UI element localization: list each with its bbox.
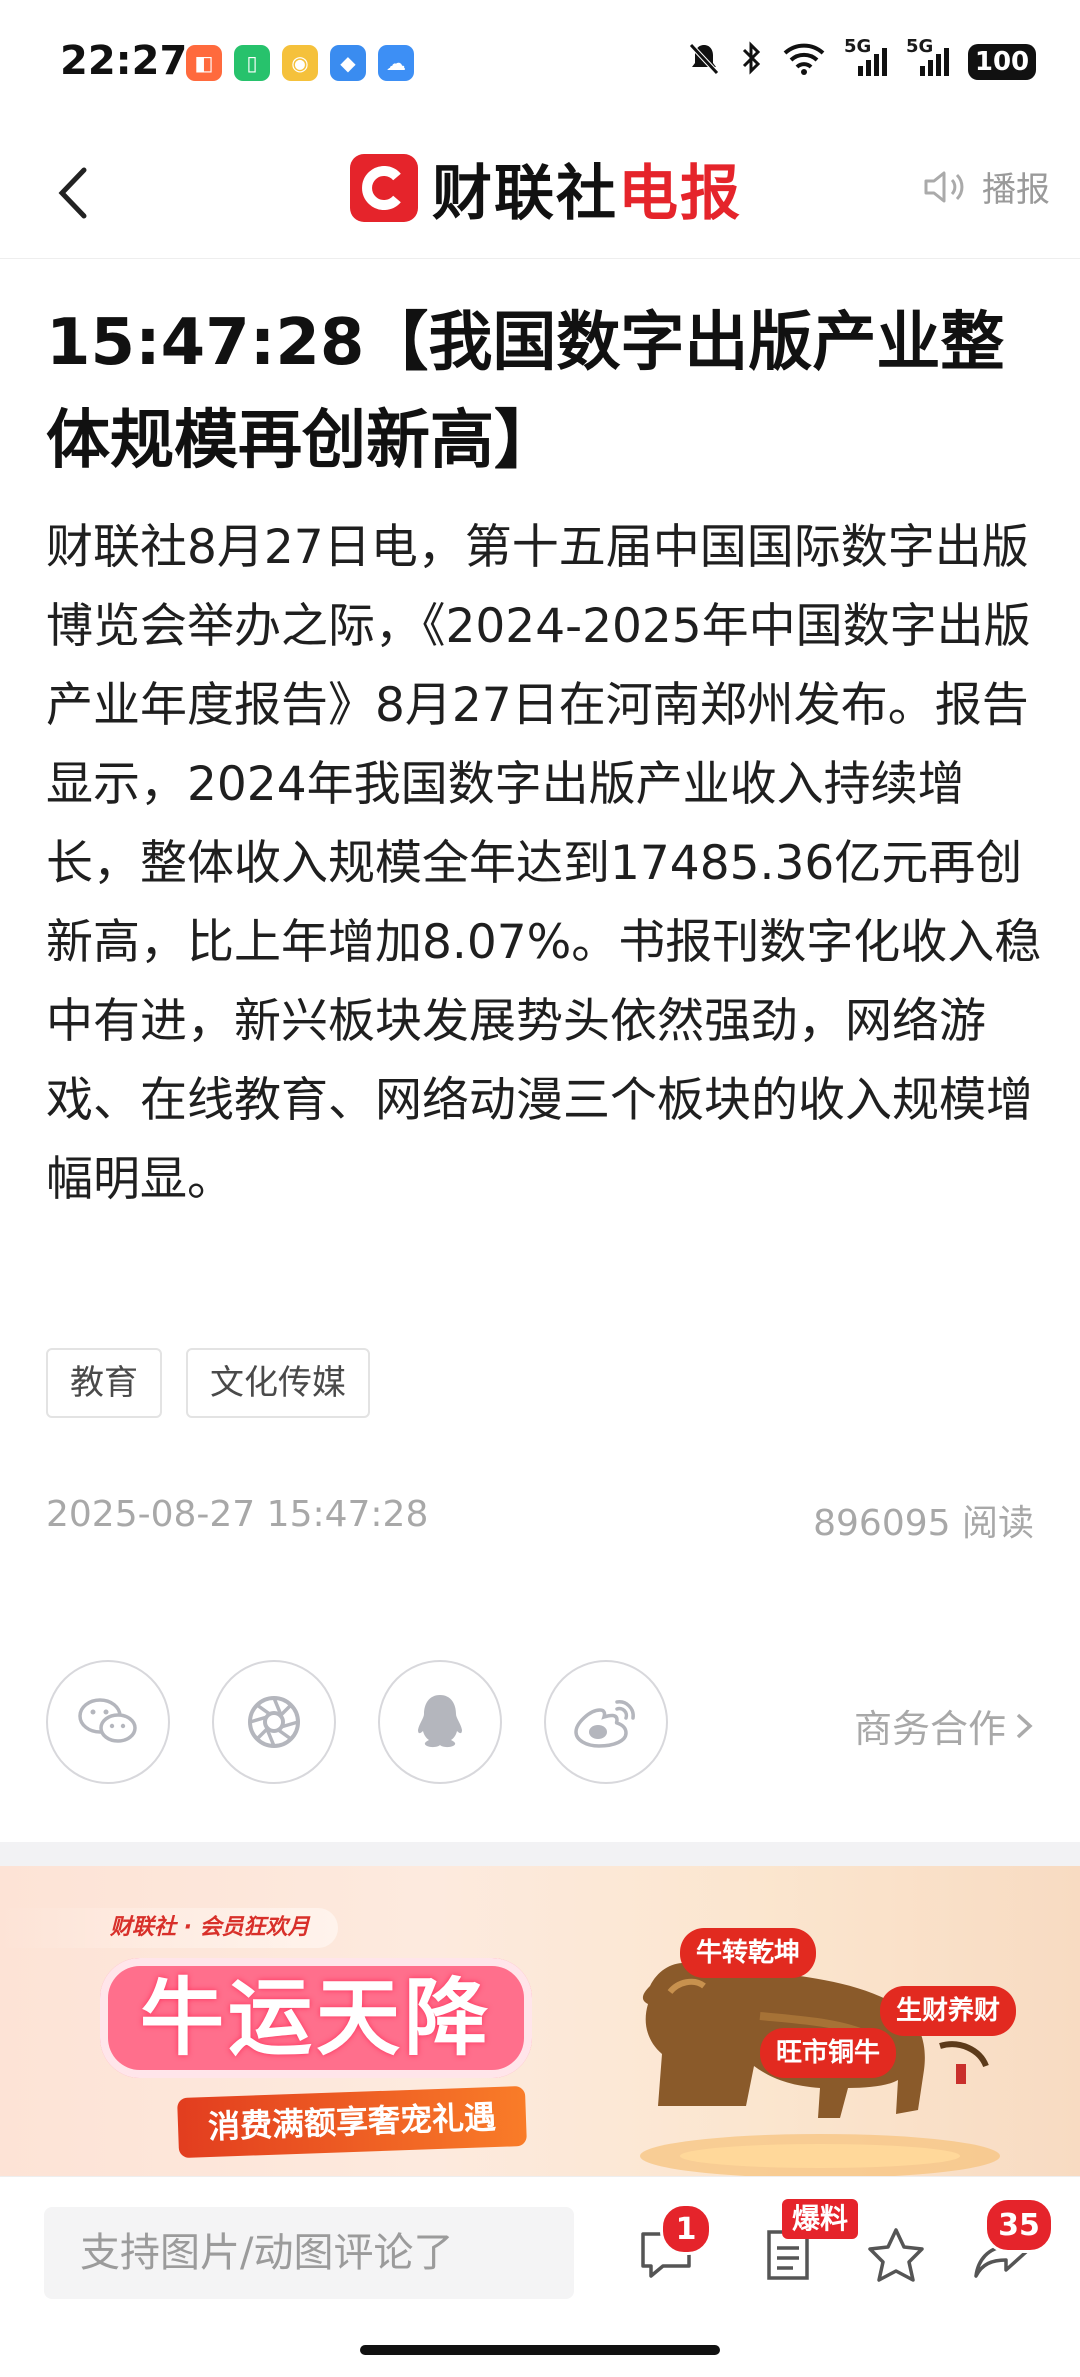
banner-tag-1: 牛转乾坤 — [680, 1928, 817, 1978]
share-row — [46, 1660, 668, 1784]
business-cooperation-link[interactable]: 商务合作 — [854, 1698, 1034, 1753]
logo-c-icon — [350, 154, 418, 222]
banner-tag-2: 旺市铜牛 — [760, 2028, 897, 2078]
status-time: 22:27 — [60, 38, 188, 84]
moments-icon — [248, 1696, 300, 1748]
weather-notification-icon: ☁ — [378, 45, 414, 81]
share-wechat-button[interactable] — [46, 1660, 170, 1784]
banner-subline: 消费满额享奢宠礼遇 — [177, 2085, 527, 2159]
signal-2: 5G — [906, 36, 950, 76]
share-count-badge: 35 — [984, 2197, 1054, 2253]
battery-indicator: 100 — [968, 44, 1036, 80]
app-notification-icon: ◆ — [330, 45, 366, 81]
broadcast-label: 播报 — [982, 170, 1050, 210]
business-cooperation-label: 商务合作 — [853, 1707, 1006, 1751]
app-header: 财联社电报 播报 — [0, 128, 1080, 259]
speaker-icon — [924, 171, 964, 202]
qq-icon — [418, 1695, 462, 1748]
banner-brand: 财联社 · 会员狂欢月 — [0, 1908, 338, 1948]
app-logo: 财联社电报 — [350, 152, 742, 229]
signal-bars-icon — [920, 48, 949, 76]
publish-date: 2025-08-27 15:47:28 — [46, 1494, 429, 1535]
mute-icon — [689, 43, 719, 75]
chevron-left-icon — [58, 167, 87, 219]
article-body: 财联社8月27日电，第十五届中国国际数字出版博览会举办之际，《2024-2025… — [46, 520, 1042, 1207]
tip-off-badge: 爆料 — [782, 2199, 859, 2239]
signal-1: 5G — [844, 36, 888, 76]
logo-text-b: 电报 — [618, 158, 742, 229]
app-notification-icon: ▯ — [234, 45, 270, 81]
status-app-icons: ◧ ▯ ◉ ◆ ☁ — [186, 45, 414, 81]
comment-input[interactable] — [44, 2207, 574, 2299]
tag-education[interactable]: 教育 — [46, 1348, 162, 1418]
home-indicator[interactable] — [360, 2345, 720, 2355]
star-icon — [868, 2228, 924, 2282]
article-tags: 教育 文化传媒 — [46, 1348, 370, 1418]
tag-culture-media[interactable]: 文化传媒 — [186, 1348, 370, 1418]
status-indicators: 5G 5G — [686, 36, 950, 76]
status-bar: 22:27 ◧ ▯ ◉ ◆ ☁ 5G 5G 100 — [0, 0, 1080, 128]
wifi-icon — [783, 43, 825, 75]
article-title: 15:47:28【我国数字出版产业整体规模再创新高】 — [46, 306, 1005, 478]
favorite-button[interactable] — [864, 2223, 928, 2287]
logo-text-a: 财联社 — [432, 158, 618, 229]
chevron-right-icon — [1016, 1713, 1033, 1738]
section-divider — [0, 1842, 1080, 1866]
promo-banner[interactable]: 财联社 · 会员狂欢月 牛运天降 消费满额享奢宠礼遇 牛转乾坤 生财养财 旺市铜… — [0, 1866, 1080, 2176]
app-notification-icon: ◧ — [186, 45, 222, 81]
weibo-icon — [574, 1700, 635, 1748]
signal-bars-icon — [858, 48, 887, 76]
weibo-notification-icon: ◉ — [282, 45, 318, 81]
bluetooth-icon — [742, 41, 761, 75]
banner-headline: 牛运天降 — [100, 1958, 533, 2078]
banner-tag-3: 生财养财 — [880, 1986, 1017, 2036]
share-qq-button[interactable] — [378, 1660, 502, 1784]
back-button[interactable] — [38, 158, 108, 228]
wechat-icon — [78, 1698, 137, 1743]
share-moments-button[interactable] — [212, 1660, 336, 1784]
comment-count-badge: 1 — [660, 2203, 712, 2255]
logo-text: 财联社电报 — [432, 145, 742, 232]
broadcast-button[interactable]: 播报 — [922, 162, 1050, 211]
read-count: 896095 阅读 — [813, 1503, 1034, 1544]
share-weibo-button[interactable] — [544, 1660, 668, 1784]
